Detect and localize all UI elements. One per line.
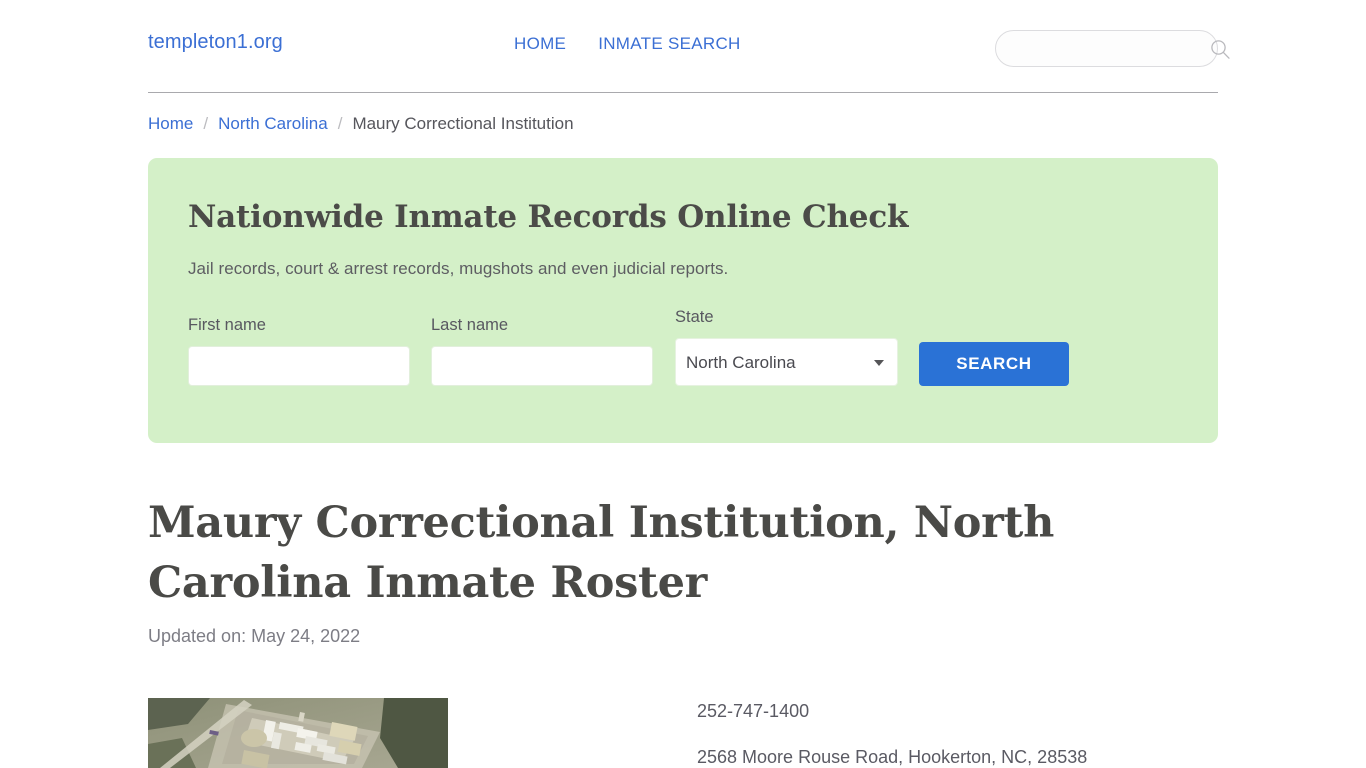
facility-phone[interactable]: 252-747-1400 [697,702,1087,720]
state-field-group: State North Carolina [675,308,898,387]
breadcrumb-separator: / [203,114,209,133]
nav-item-home[interactable]: HOME [514,34,566,54]
site-logo[interactable]: templeton1.org [148,31,283,54]
page-root: templeton1.org HOME INMATE SEARCH Home /… [0,0,1366,768]
breadcrumb-item-north-carolina[interactable]: North Carolina [218,114,328,134]
facility-details-row: 252-747-1400 2568 Moore Rouse Road, Hook… [148,698,1218,768]
inmate-search-form: First name Last name State North Carolin… [188,308,1178,387]
last-updated-text: Updated on: May 24, 2022 [148,626,361,646]
promo-panel: Nationwide Inmate Records Online Check J… [148,158,1218,443]
last-name-input[interactable] [431,346,653,387]
first-name-label: First name [188,316,266,335]
main-navigation: HOME INMATE SEARCH [514,34,741,54]
page-title: Maury Correctional Institution, North Ca… [148,498,1055,608]
last-name-label: Last name [431,316,509,335]
state-label: State [675,308,714,327]
first-name-field-group: First name [188,316,410,387]
search-icon [1209,38,1231,60]
search-input[interactable] [996,31,1209,66]
breadcrumb-item-current: Maury Correctional Institution [352,114,574,133]
facility-contact-info: 252-747-1400 2568 Moore Rouse Road, Hook… [697,698,1087,768]
header-search-box[interactable] [995,30,1230,67]
promo-title: Nationwide Inmate Records Online Check [188,199,909,235]
first-name-input[interactable] [188,346,410,387]
site-header: templeton1.org HOME INMATE SEARCH [148,0,1230,93]
state-select-wrapper[interactable]: North Carolina [675,338,898,387]
promo-subtitle: Jail records, court & arrest records, mu… [188,259,729,279]
state-select[interactable]: North Carolina [675,338,898,387]
facility-address: 2568 Moore Rouse Road, Hookerton, NC, 28… [697,747,1088,767]
breadcrumb-item-home[interactable]: Home [148,114,193,134]
search-submit-button[interactable] [1209,31,1237,66]
search-submit-button-promo[interactable]: SEARCH [919,342,1069,387]
breadcrumb-separator: / [337,114,343,133]
last-name-field-group: Last name [431,316,653,387]
breadcrumb: Home / North Carolina / Maury Correction… [148,114,574,134]
facility-aerial-photo [148,698,448,768]
nav-item-inmate-search[interactable]: INMATE SEARCH [598,34,740,54]
